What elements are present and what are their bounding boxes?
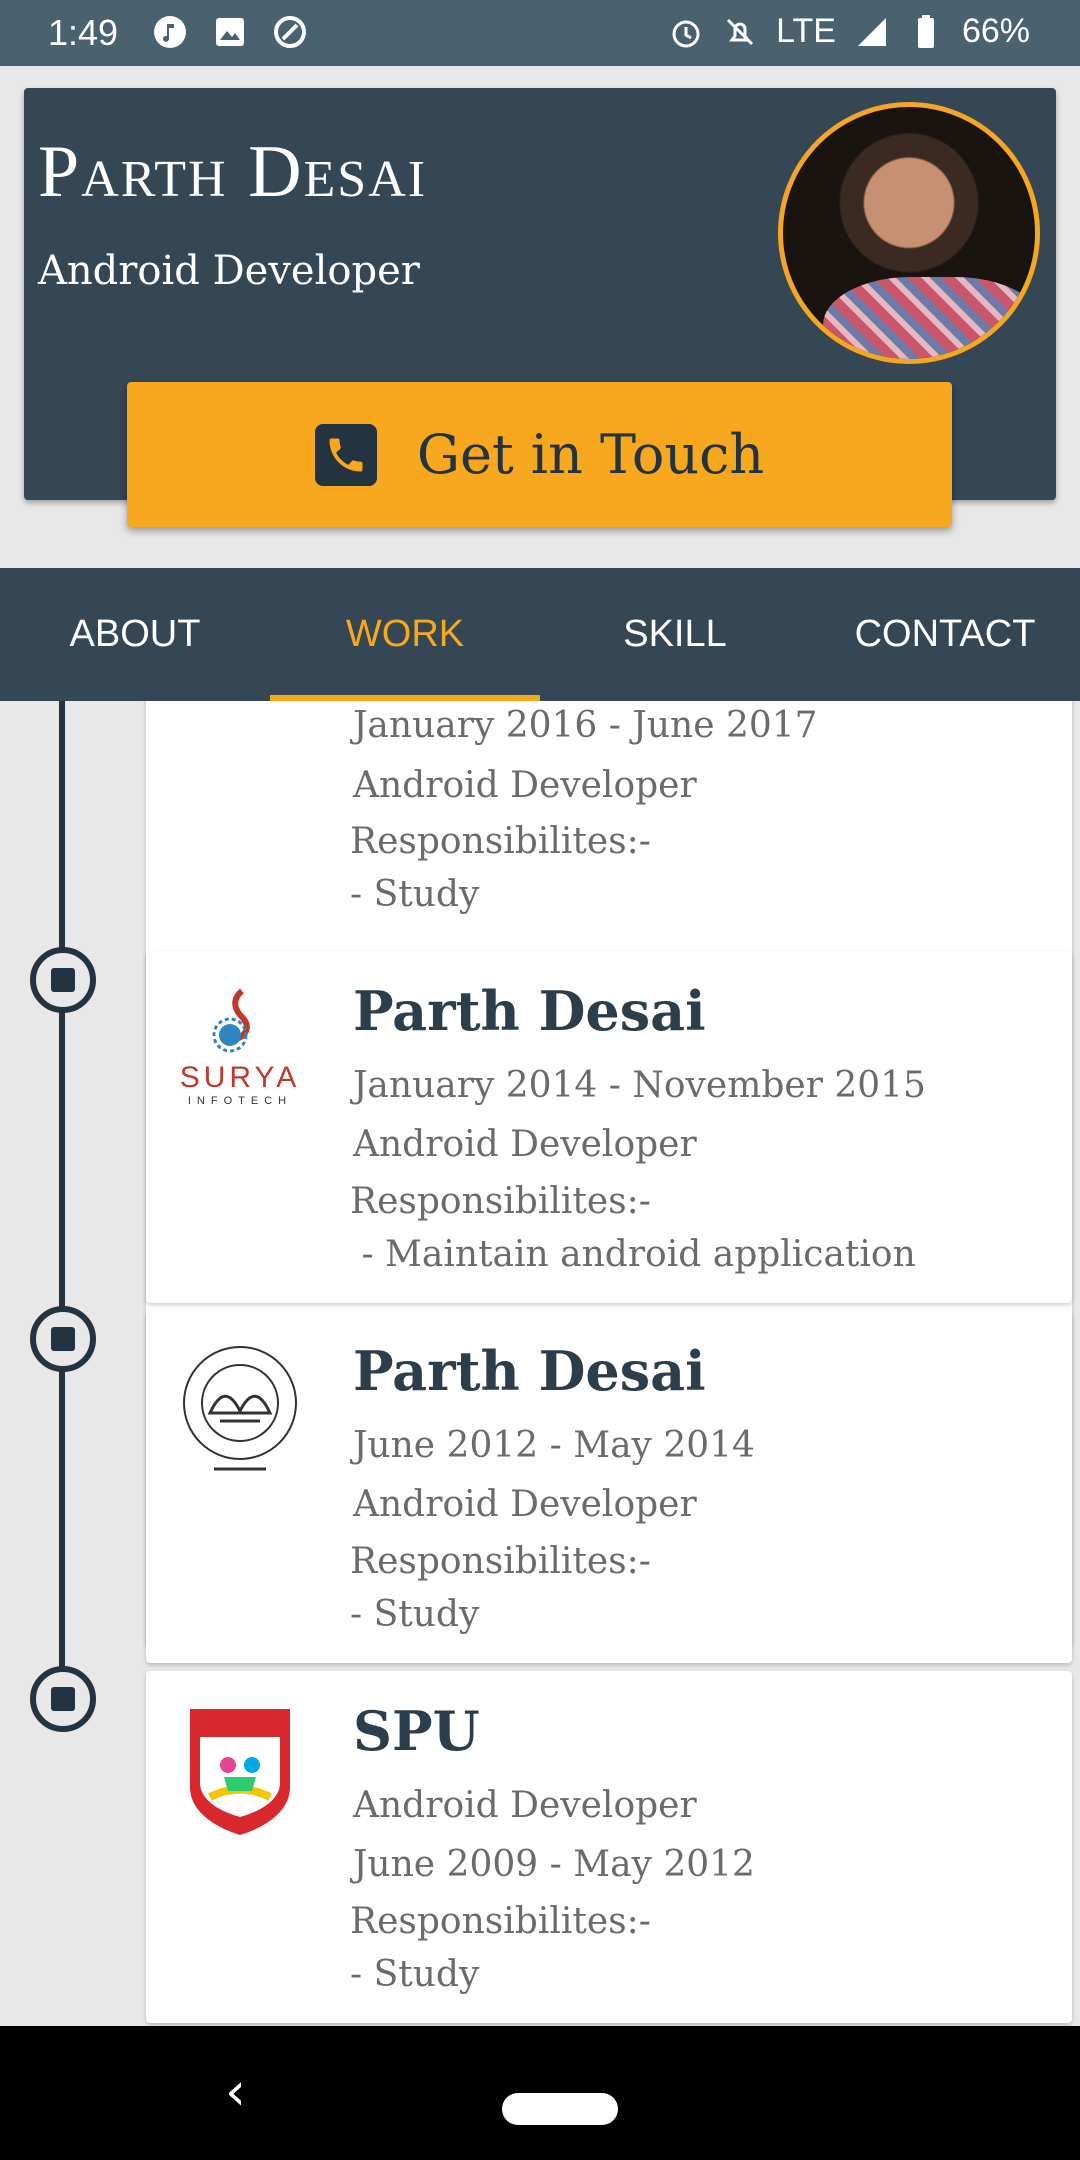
avatar-photo [823, 277, 1035, 359]
spu-shield-icon [170, 1701, 310, 1841]
work-resp: - Study [350, 1954, 480, 1995]
surya-infotech-logo: SURYA INFOTECH [170, 981, 310, 1121]
work-date: June 2009 - May 2012 [353, 1844, 755, 1885]
back-icon[interactable]: ‹ [225, 2062, 246, 2122]
work-date: June 2012 - May 2014 [353, 1425, 755, 1466]
work-card: Parth Desai June 2012 - May 2014 Android… [146, 1311, 1072, 1663]
work-date: January 2014 - November 2015 [353, 1065, 926, 1106]
status-bar: 1:49 LTE 66% [0, 0, 1080, 66]
tab-skill[interactable]: SKILL [540, 568, 810, 701]
status-time: 1:49 [48, 12, 119, 53]
timeline-node [30, 1666, 96, 1732]
music-notification-icon [154, 16, 186, 48]
work-resp-label: Responsibilites:- [350, 1901, 651, 1942]
image-notification-icon [216, 18, 244, 46]
work-role: Android Developer [353, 1484, 697, 1525]
home-pill[interactable] [502, 2093, 618, 2125]
logo-text: SURYA [179, 1061, 301, 1094]
work-resp-label: Responsibilites:- [350, 1541, 651, 1582]
work-resp: - Study [350, 874, 480, 915]
notifications-off-icon [727, 18, 754, 45]
work-title: SPU [353, 1699, 480, 1763]
work-timeline[interactable]: January 2016 - June 2017 Android Develop… [0, 701, 1080, 2026]
timeline-node [30, 947, 96, 1013]
section-tabs: ABOUT WORK SKILL CONTACT [0, 568, 1080, 701]
work-resp: - Study [350, 1594, 480, 1635]
signal-icon [857, 17, 886, 46]
work-role: Android Developer [353, 1124, 697, 1165]
timeline-node [30, 1306, 96, 1372]
msu-baroda-seal-icon [170, 1341, 310, 1481]
battery-percent: 66% [961, 12, 1030, 50]
work-role: Android Developer [353, 1785, 697, 1826]
sync-notification-icon [274, 16, 306, 48]
phone-icon [314, 423, 377, 486]
tab-contact[interactable]: CONTACT [810, 568, 1080, 701]
network-type: LTE [776, 12, 836, 50]
battery-icon [917, 14, 934, 48]
profile-name: Parth Desai [38, 131, 428, 213]
alarm-icon [672, 20, 700, 47]
get-in-touch-label: Get in Touch [416, 423, 765, 486]
tab-about[interactable]: ABOUT [0, 568, 270, 701]
profile-role: Android Developer [38, 248, 420, 294]
avatar[interactable] [778, 102, 1040, 364]
timeline-line [59, 701, 65, 1681]
work-resp-label: Responsibilites:- [350, 821, 651, 862]
system-nav-bar: ‹ [0, 2026, 1080, 2160]
work-date: January 2016 - June 2017 [353, 705, 818, 746]
work-resp: - Maintain android application [350, 1234, 916, 1275]
logo-subtext: INFOTECH [187, 1095, 293, 1107]
work-title: Parth Desai [353, 1339, 706, 1403]
tab-work[interactable]: WORK [270, 568, 540, 701]
work-resp-label: Responsibilites:- [350, 1181, 651, 1222]
work-role: Android Developer [353, 765, 697, 806]
work-card: SPU Android Developer June 2009 - May 20… [146, 1671, 1072, 2023]
get-in-touch-button[interactable]: Get in Touch [127, 382, 952, 527]
work-card: SURYA INFOTECH Parth Desai January 2014 … [146, 951, 1072, 1303]
work-title: Parth Desai [353, 979, 706, 1043]
